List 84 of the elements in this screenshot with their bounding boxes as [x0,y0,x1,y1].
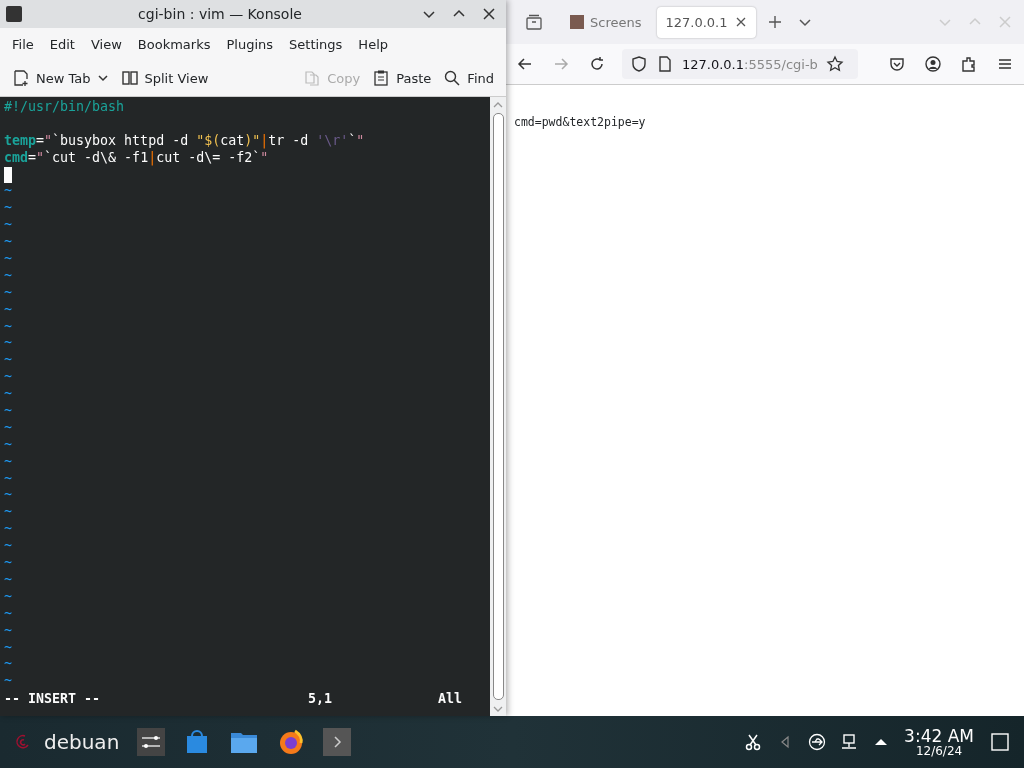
pocket-icon [888,55,906,73]
square-icon [990,732,1010,752]
empty-line-marker: ~ [4,217,12,233]
empty-line-marker: ~ [4,436,12,452]
account-button[interactable] [922,53,944,75]
empty-line-marker: ~ [4,656,12,672]
new-tab-icon [12,69,30,87]
menu-item[interactable]: File [4,36,42,52]
account-icon [924,55,942,73]
copy-icon [303,69,322,87]
address-bar[interactable]: 127.0.0.1:5555/cgi-b [622,49,858,79]
split-view-icon [120,69,139,87]
empty-line-marker: ~ [4,605,12,621]
empty-line-marker: ~ [4,251,12,266]
puzzle-icon [960,55,978,73]
tab-tray-icon [525,13,543,31]
app-icon [6,6,22,22]
empty-line-marker: ~ [4,301,12,317]
empty-line-marker: ~ [4,555,12,571]
empty-line-marker: ~ [4,571,12,587]
show-desktop-button[interactable] [988,730,1012,754]
toolbar-button[interactable]: New Tab [6,65,115,91]
code-line: cmd="`cut -d\& -f1|cut -d\= -f2`" [4,149,270,167]
menu-item[interactable]: Bookmarks [129,36,219,52]
page-text: cmd=pwd&text2pipe=y [514,115,646,129]
network-icon [840,733,859,751]
terminal-icon [323,728,352,756]
empty-line-marker: ~ [4,639,12,655]
empty-line-marker: ~ [4,183,12,199]
taskbar-icon[interactable] [135,726,168,758]
empty-line-marker: ~ [4,504,12,520]
window-title: cgi-bin : vim — Konsole [137,6,303,22]
empty-line-marker: ~ [4,200,12,216]
scissors-icon [744,733,763,751]
empty-line-marker: ~ [4,521,12,537]
toolbar-button[interactable]: Find [437,65,500,91]
usb-icon [808,733,827,751]
clock[interactable]: 3:42 AM 12/6/24 [904,727,974,757]
empty-line-marker: ~ [4,673,12,689]
star-icon [825,55,844,73]
sliders-icon [137,728,166,756]
paste-icon [372,69,391,87]
mode-indicator: -- INSERT -- [4,691,101,708]
scroll-position: All [437,691,462,708]
menu-item[interactable]: View [82,36,130,52]
cursor-position: 5,1 [307,691,333,708]
empty-line-marker: ~ [4,622,12,638]
empty-line-marker: ~ [4,453,12,469]
shield-icon [630,55,648,73]
toolbar-button[interactable]: Paste [366,65,438,91]
text-cursor [4,166,12,183]
empty-line-marker: ~ [4,369,12,385]
code-line: #!/usr/bin/bash [4,99,126,116]
browser-tab[interactable]: Screens [562,6,650,38]
reload-icon [588,55,606,73]
menu-item[interactable]: Edit [41,36,83,52]
empty-line-marker: ~ [4,284,12,300]
firefox-icon [277,728,306,756]
scrollbar-thumb[interactable] [492,113,504,700]
empty-line-marker: ~ [4,470,12,486]
empty-line-marker: ~ [4,267,12,283]
start-button[interactable]: debuan [12,728,122,756]
empty-line-marker: ~ [4,352,12,368]
browser-tab[interactable]: 127.0.0.1 [657,6,756,38]
code-line: temp="`busybox httpd -d "$(cat)"|tr -d '\r'`" [4,132,366,150]
menu-item[interactable]: Plugins [218,36,282,52]
empty-line-marker: ~ [4,419,12,435]
menu-item[interactable]: Settings [281,36,351,52]
caret-icon [96,73,109,83]
swirl-icon [14,733,32,751]
empty-line-marker: ~ [4,403,12,419]
empty-line-marker: ~ [4,335,12,351]
scroll-down-icon [492,704,504,714]
empty-line-marker: ~ [4,538,12,554]
toolbar-button[interactable]: Split View [114,65,215,91]
page-icon [656,55,674,73]
menu-item[interactable]: Help [350,36,396,52]
empty-line-marker: ~ [4,386,12,402]
empty-line-marker: ~ [4,318,12,334]
empty-line-marker: ~ [4,588,12,604]
empty-line-marker: ~ [4,234,12,250]
search-icon [443,69,462,87]
empty-line-marker: ~ [4,487,12,503]
taskbar-icon[interactable] [321,726,354,758]
